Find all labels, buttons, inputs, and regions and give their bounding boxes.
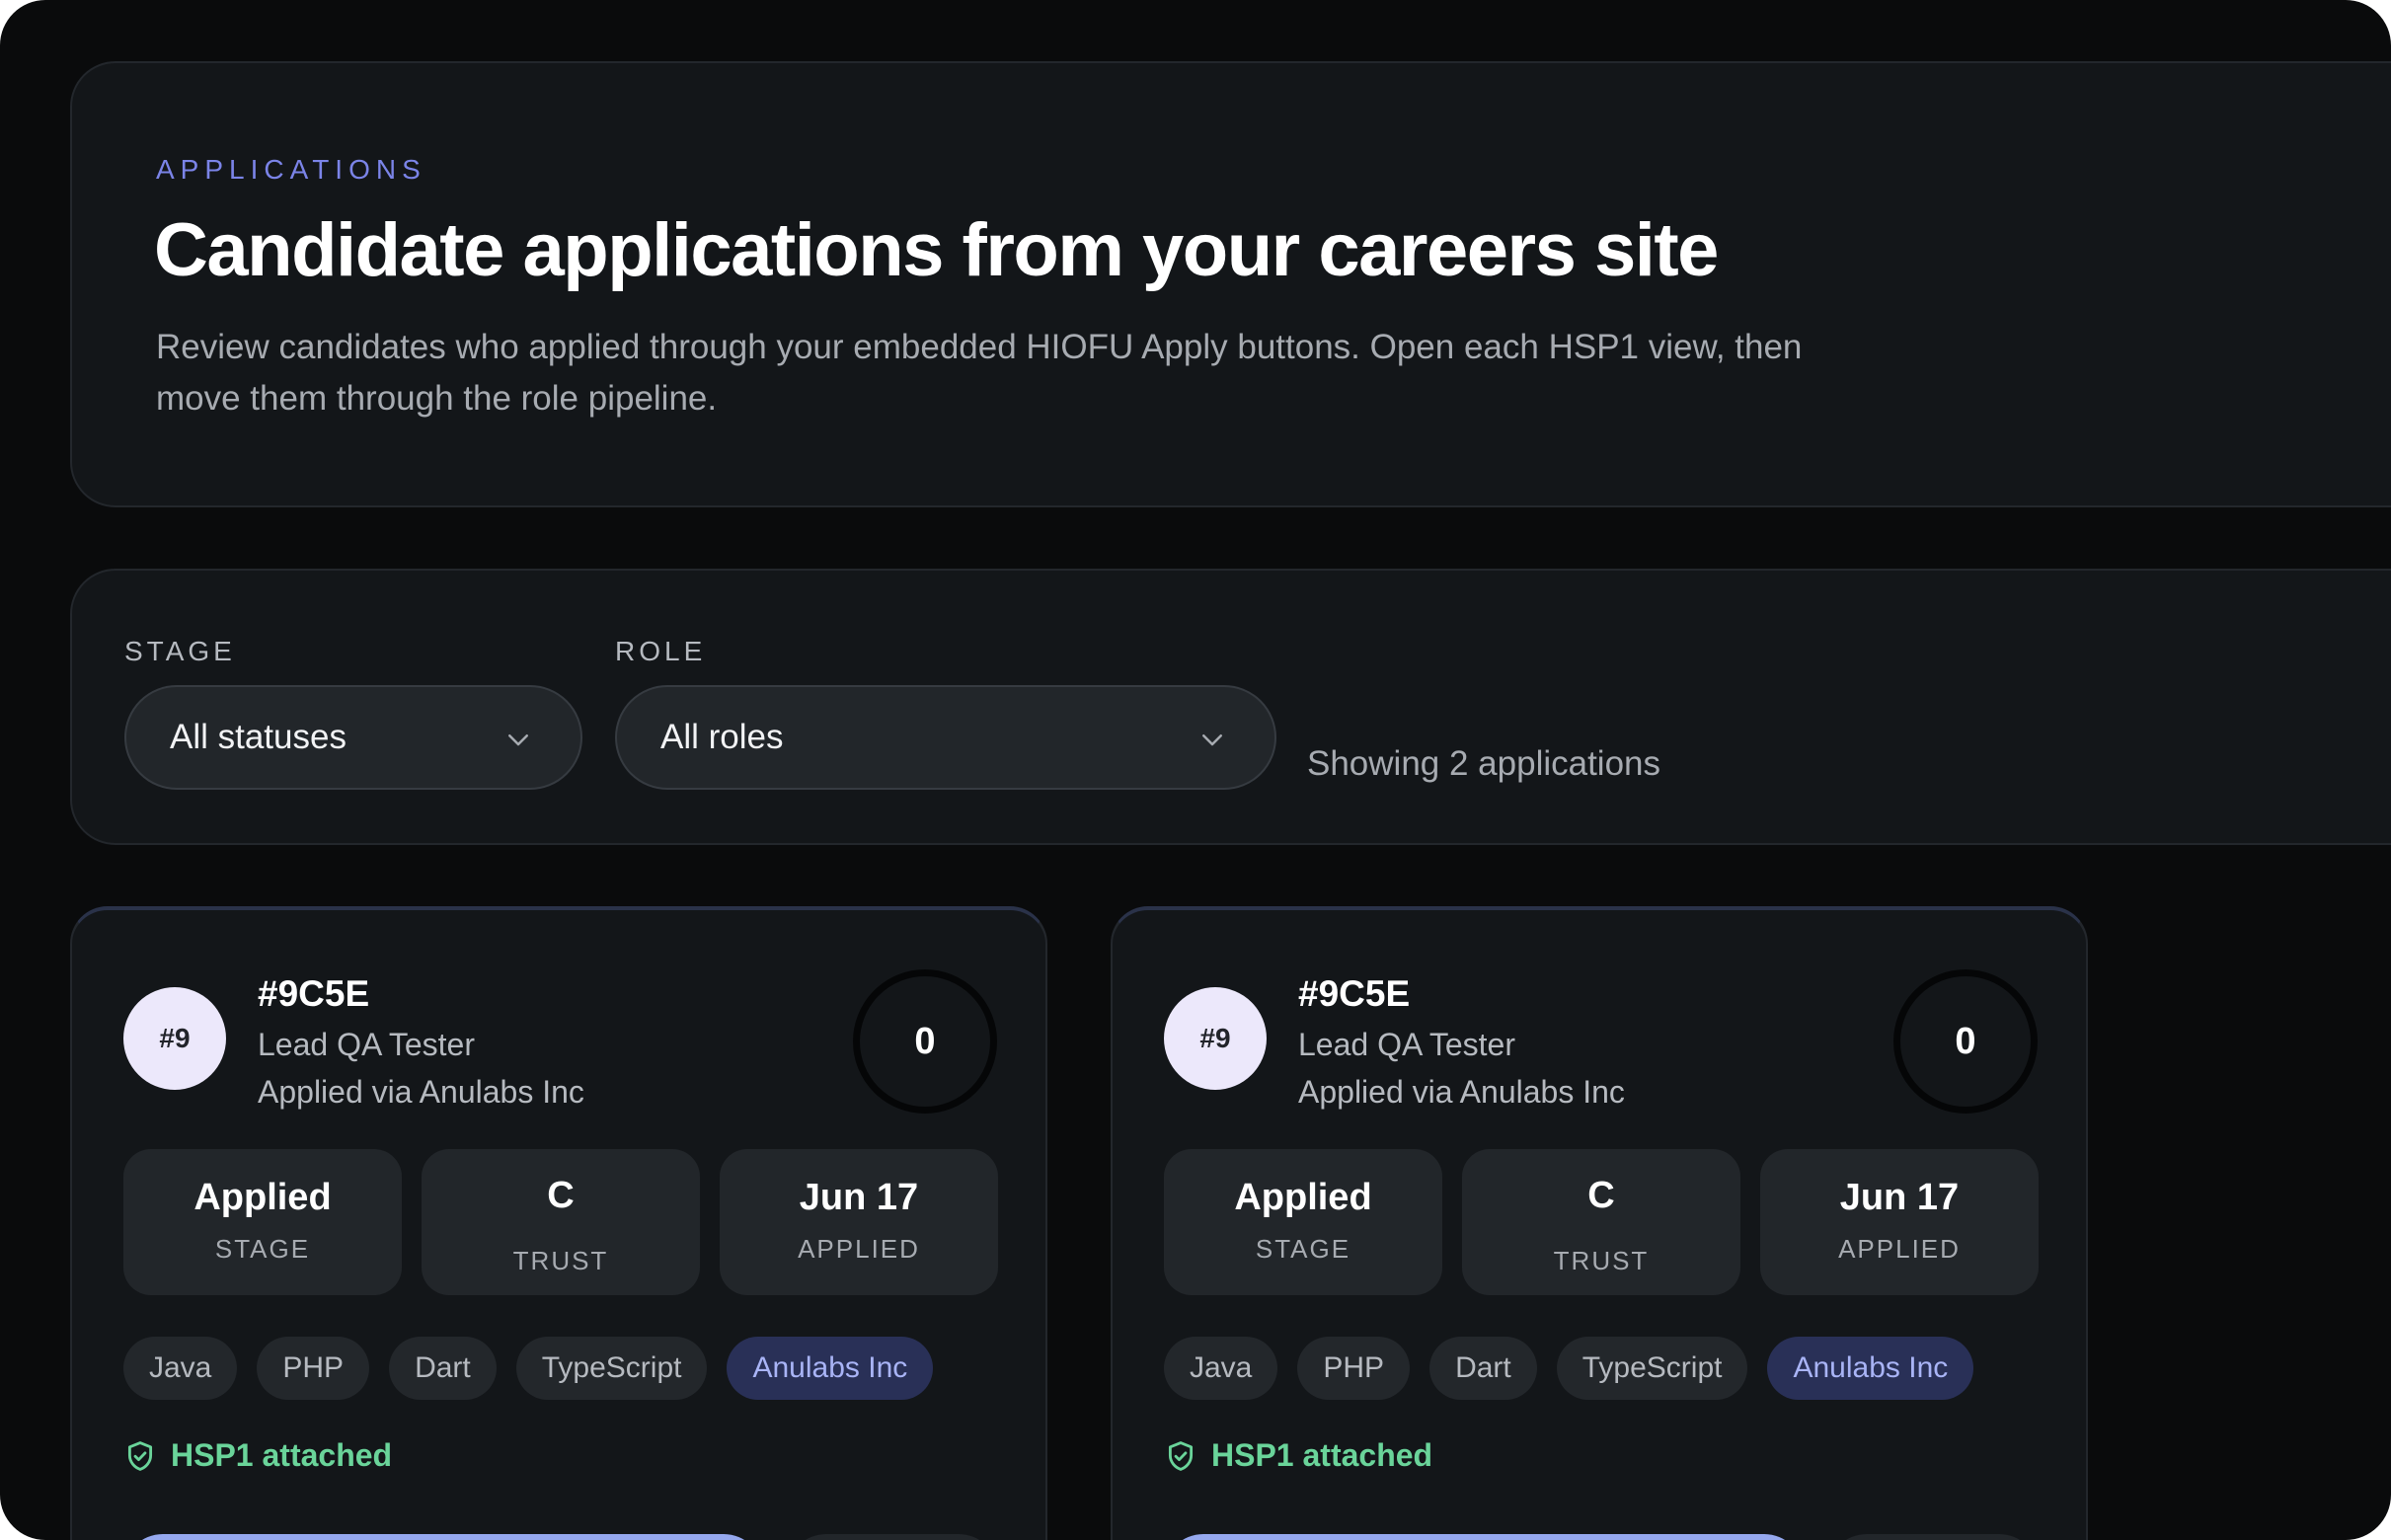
section-eyebrow: APPLICATIONS [156, 154, 426, 185]
app-window: APPLICATIONS Candidate applications from… [0, 0, 2391, 1540]
score-ring: 0 [853, 969, 997, 1114]
skill-tag: TypeScript [515, 1337, 708, 1400]
results-count: Showing 2 applications [1307, 744, 1661, 783]
secondary-action-button[interactable] [1827, 1534, 2039, 1540]
stage-stat: Applied STAGE [123, 1149, 402, 1295]
stage-stat: Applied STAGE [1164, 1149, 1442, 1295]
applied-date-value: Jun 17 [799, 1177, 919, 1218]
skill-tag: PHP [257, 1337, 370, 1400]
skill-tag: Dart [389, 1337, 497, 1400]
skill-tag: Java [1164, 1337, 1278, 1400]
page-description: Review candidates who applied through yo… [156, 328, 1803, 418]
primary-action-button[interactable] [1164, 1534, 1804, 1540]
stage-value: Applied [193, 1177, 332, 1218]
application-source: Applied via Anulabs Inc [1298, 1074, 1625, 1110]
candidate-role: Lead QA Tester [258, 1027, 475, 1062]
shield-check-icon [127, 1440, 153, 1471]
avatar: #9 [1164, 987, 1267, 1090]
trust-value: C [547, 1175, 575, 1216]
applied-date-label: APPLIED [798, 1234, 920, 1264]
trust-stat: C TRUST [422, 1149, 700, 1295]
candidate-id: #9C5E [1298, 973, 1411, 1014]
trust-value: C [1587, 1175, 1615, 1216]
applied-date-stat: Jun 17 APPLIED [1760, 1149, 2039, 1295]
application-card[interactable]: #9 #9C5E Lead QA Tester Applied via Anul… [70, 906, 1047, 1540]
stage-value: Applied [1234, 1177, 1372, 1218]
hsp-status: HSP1 attached [123, 1437, 392, 1474]
score-ring: 0 [1893, 969, 2038, 1114]
hsp-status: HSP1 attached [1164, 1437, 1432, 1474]
primary-action-button[interactable] [123, 1534, 763, 1540]
applied-date-label: APPLIED [1838, 1234, 1961, 1264]
avatar: #9 [123, 987, 226, 1090]
filter-bar: STAGE All statuses ROLE All roles Showin… [70, 569, 2391, 845]
secondary-action-button[interactable] [787, 1534, 998, 1540]
applied-date-stat: Jun 17 APPLIED [720, 1149, 998, 1295]
role-filter-label: ROLE [615, 636, 707, 666]
applied-date-value: Jun 17 [1839, 1177, 1960, 1218]
shield-check-icon [1168, 1440, 1194, 1471]
skill-tag: PHP [1297, 1337, 1411, 1400]
hsp-status-text: HSP1 attached [171, 1437, 393, 1473]
skill-tag: Java [123, 1337, 238, 1400]
skill-tag: Dart [1429, 1337, 1537, 1400]
stage-label: STAGE [214, 1234, 311, 1264]
stage-filter-select[interactable]: All statuses [124, 685, 582, 790]
chevron-down-icon [508, 734, 528, 746]
company-tag: Anulabs Inc [1767, 1337, 1974, 1400]
skill-tags: Java PHP Dart TypeScript Anulabs Inc [123, 1337, 934, 1400]
role-filter-value: All roles [660, 718, 784, 756]
chevron-down-icon [1202, 734, 1222, 746]
application-card[interactable]: #9 #9C5E Lead QA Tester Applied via Anul… [1111, 906, 2088, 1540]
application-source: Applied via Anulabs Inc [258, 1074, 584, 1110]
trust-label: TRUST [512, 1246, 609, 1275]
trust-label: TRUST [1553, 1246, 1650, 1275]
role-filter-select[interactable]: All roles [615, 685, 1276, 790]
page-header: APPLICATIONS Candidate applications from… [70, 61, 2391, 507]
stage-filter-value: All statuses [170, 718, 347, 756]
hsp-status-text: HSP1 attached [1211, 1437, 1433, 1473]
page-title: Candidate applications from your careers… [154, 208, 1719, 292]
skill-tag: TypeScript [1556, 1337, 1748, 1400]
candidate-role: Lead QA Tester [1298, 1027, 1515, 1062]
stage-filter-label: STAGE [124, 636, 236, 666]
candidate-id: #9C5E [258, 973, 370, 1014]
trust-stat: C TRUST [1462, 1149, 1740, 1295]
skill-tags: Java PHP Dart TypeScript Anulabs Inc [1164, 1337, 1974, 1400]
stage-label: STAGE [1255, 1234, 1351, 1264]
company-tag: Anulabs Inc [727, 1337, 934, 1400]
